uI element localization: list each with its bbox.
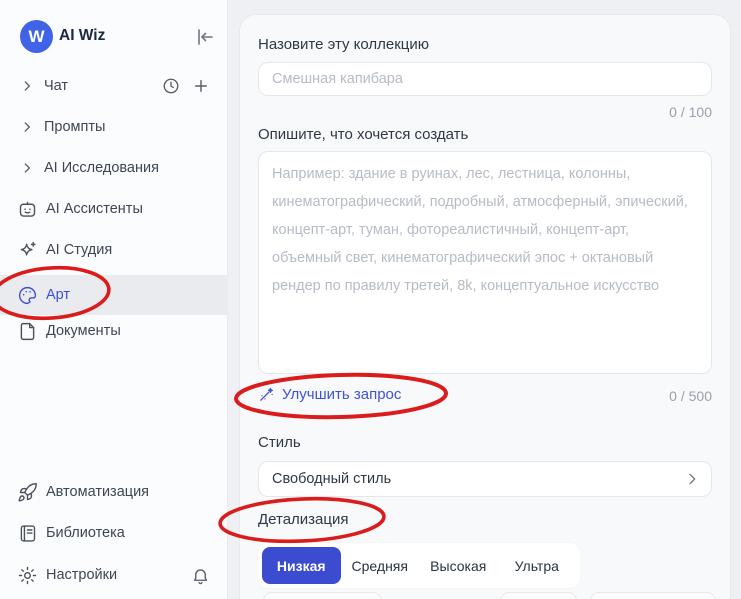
history-clock-icon[interactable] (162, 77, 180, 95)
description-label: Опишите, что хочется создать (258, 126, 469, 143)
tab-detail-medium[interactable]: Средняя (341, 547, 420, 584)
main-area: Назовите эту коллекцию 0 / 100 Опишите, … (228, 0, 741, 599)
sidebar-item-label: Документы (46, 323, 121, 339)
app-title: AI Wiz (59, 27, 106, 44)
app-window: { "app": { "title": "AI Wiz" }, "sidebar… (0, 0, 741, 599)
sidebar-item-label: Чат (44, 78, 69, 94)
sidebar-item-ai-assistants[interactable]: AI Ассистенты (0, 195, 228, 223)
sidebar-item-documents[interactable]: Документы (0, 317, 228, 345)
sidebar-item-ai-studio[interactable]: AI Студия (0, 236, 228, 264)
new-chat-plus-icon[interactable] (192, 77, 210, 95)
cutoff-option-box[interactable] (590, 592, 716, 599)
description-textarea[interactable] (258, 151, 712, 374)
book-icon (17, 523, 38, 544)
sidebar-item-library[interactable]: Библиотека (0, 519, 228, 547)
tab-detail-low[interactable]: Низкая (262, 547, 341, 584)
chevron-right-icon (20, 79, 34, 93)
logo-row: W AI Wiz (0, 20, 227, 54)
sidebar-item-prompts[interactable]: Промпты (0, 113, 228, 141)
style-select[interactable]: Свободный стиль (258, 461, 712, 497)
bell-icon[interactable] (191, 566, 210, 585)
robot-icon (17, 199, 38, 220)
collection-name-counter: 0 / 100 (669, 104, 712, 120)
sidebar-item-label: Библиотека (46, 525, 125, 541)
document-icon (17, 321, 38, 342)
tab-detail-high[interactable]: Высокая (419, 547, 498, 584)
improve-prompt-button[interactable]: Улучшить запрос (258, 386, 401, 403)
improve-prompt-label: Улучшить запрос (282, 386, 402, 403)
sidebar-item-label: Настройки (46, 567, 118, 583)
sidebar-item-label: AI Студия (46, 242, 113, 258)
sidebar-item-automation[interactable]: Автоматизация (0, 478, 228, 506)
style-label: Стиль (258, 434, 301, 451)
description-counter: 0 / 500 (669, 388, 712, 404)
art-generation-form: Назовите эту коллекцию 0 / 100 Опишите, … (240, 15, 730, 599)
collection-name-label: Назовите эту коллекцию (258, 36, 430, 53)
sidebar-item-settings[interactable]: Настройки (0, 561, 228, 589)
sidebar: W AI Wiz Чат Промпты AI Исследования AI … (0, 0, 228, 599)
collapse-sidebar-icon[interactable] (192, 25, 216, 49)
rocket-icon (17, 482, 38, 503)
sidebar-item-label: Промпты (44, 119, 106, 135)
style-selected-value: Свободный стиль (272, 471, 392, 487)
sidebar-item-label: Автоматизация (46, 484, 150, 500)
detail-level-tabs: Низкая Средняя Высокая Ультра (258, 543, 580, 588)
collection-name-input[interactable] (258, 62, 712, 96)
sidebar-item-label: AI Ассистенты (46, 201, 143, 217)
chevron-right-icon (20, 161, 34, 175)
tab-detail-ultra[interactable]: Ультра (498, 547, 577, 584)
sidebar-item-art[interactable]: Арт (0, 275, 228, 315)
cutoff-option-box[interactable] (263, 592, 382, 599)
palette-icon (17, 285, 38, 306)
app-logo-icon: W (20, 20, 53, 53)
chevron-right-icon (684, 471, 700, 487)
sidebar-item-label: AI Исследования (44, 160, 159, 176)
detail-level-label: Детализация (258, 511, 349, 528)
gear-icon (17, 565, 38, 586)
chevron-right-icon (20, 120, 34, 134)
sidebar-item-label: Арт (46, 287, 71, 303)
sidebar-item-ai-research[interactable]: AI Исследования (0, 154, 228, 182)
sidebar-item-chat[interactable]: Чат (0, 72, 228, 100)
sparkles-icon (17, 240, 38, 261)
cutoff-option-box[interactable] (500, 592, 577, 599)
magic-wand-icon (258, 386, 275, 403)
